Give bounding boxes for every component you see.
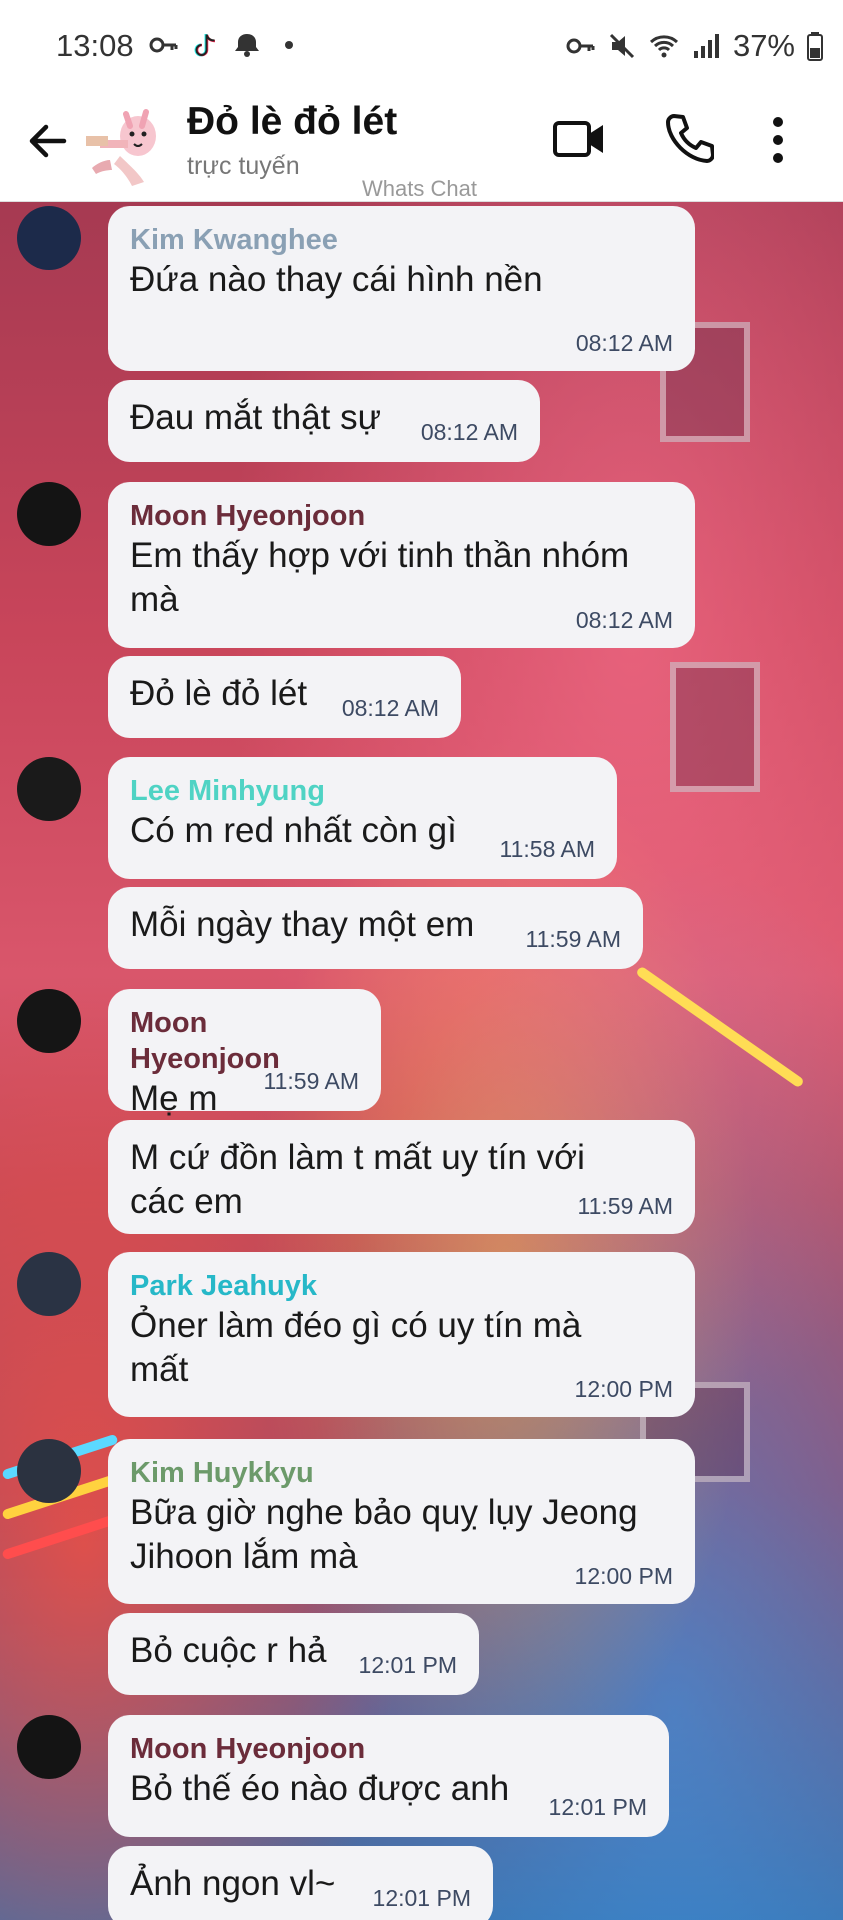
chat-area[interactable]: Kim Kwanghee Đứa nào thay cái hình nền 0… [0, 202, 843, 1920]
message-time: 11:59 AM [577, 1193, 673, 1219]
message-sender[interactable]: Moon Hyeonjoon [130, 1005, 359, 1077]
message-sender[interactable]: Kim Huykkyu [130, 1455, 673, 1491]
avatar[interactable] [17, 1715, 81, 1779]
notification-app-icon [235, 34, 259, 57]
message-time: 12:01 PM [372, 1885, 471, 1911]
chat-header: Đỏ lè đỏ lét trực tuyến Whats Chat [0, 90, 843, 202]
group-avatar[interactable] [80, 100, 168, 188]
avatar[interactable] [17, 1439, 81, 1503]
message-bubble[interactable]: Đỏ lè đỏ lét 08:12 AM [108, 656, 461, 738]
message-sender[interactable]: Park Jeahuyk [130, 1268, 673, 1304]
message-time: 08:12 AM [420, 419, 518, 445]
message-time: 12:01 PM [358, 1652, 457, 1678]
wallpaper-window [670, 662, 760, 792]
tiktok-icon [194, 34, 216, 57]
key-icon [149, 37, 178, 53]
dot-icon [285, 41, 293, 49]
message-bubble[interactable]: Park Jeahuyk Ỏner làm đéo gì có uy tín m… [108, 1252, 695, 1417]
wallpaper-neon [635, 965, 805, 1089]
message-bubble[interactable]: Moon Hyeonjoon Em thấy hợp với tinh thần… [108, 482, 695, 648]
more-vertical-icon[interactable] [765, 114, 791, 166]
phone-icon[interactable] [664, 112, 714, 164]
wallpaper-neon [1, 1513, 119, 1561]
vpn-key-icon [566, 38, 595, 54]
chat-title[interactable]: Đỏ lè đỏ lét [187, 100, 397, 144]
battery-icon [807, 32, 823, 61]
message-bubble[interactable]: Lee Minhyung Có m red nhất còn gì 11:58 … [108, 757, 617, 879]
message-bubble[interactable]: Bỏ cuộc r hả 12:01 PM [108, 1613, 479, 1695]
status-time: 13:08 [56, 28, 134, 63]
battery-percent: 37% [732, 28, 795, 63]
message-text: Em thấy hợp với tinh thần nhóm mà [130, 536, 630, 619]
status-bar: 13:08 37% [0, 0, 843, 90]
message-bubble[interactable]: Mỗi ngày thay một em 11:59 AM [108, 887, 643, 969]
message-sender[interactable]: Kim Kwanghee [130, 222, 673, 258]
message-time: 12:01 PM [548, 1794, 647, 1820]
message-time: 11:58 AM [499, 836, 595, 862]
avatar[interactable] [17, 989, 81, 1053]
message-bubble[interactable]: Moon Hyeonjoon Bỏ thế éo nào được anh 12… [108, 1715, 669, 1837]
message-bubble[interactable]: Kim Huykkyu Bữa giờ nghe bảo quỵ lụy Jeo… [108, 1439, 695, 1604]
avatar[interactable] [17, 757, 81, 821]
wifi-icon [649, 35, 678, 58]
message-time: 08:12 AM [341, 695, 439, 721]
message-bubble[interactable]: Ảnh ngon vl~ 12:01 PM [108, 1846, 493, 1920]
avatar[interactable] [17, 482, 81, 546]
message-time: 08:12 AM [575, 607, 673, 633]
message-bubble[interactable]: M cứ đồn làm t mất uy tín với các em 11:… [108, 1120, 695, 1234]
message-time: 11:59 AM [263, 1068, 359, 1094]
message-sender[interactable]: Moon Hyeonjoon [130, 498, 673, 534]
watermark: Whats Chat [362, 176, 477, 201]
message-text: Đứa nào thay cái hình nền [130, 260, 543, 299]
message-time: 12:00 PM [574, 1376, 673, 1402]
mute-icon [609, 33, 635, 59]
message-bubble[interactable]: Đau mắt thật sự 08:12 AM [108, 380, 540, 462]
message-sender[interactable]: Moon Hyeonjoon [130, 1731, 647, 1767]
message-time: 12:00 PM [574, 1563, 673, 1589]
message-bubble[interactable]: Moon Hyeonjoon Mẹ m 11:59 AM [108, 989, 381, 1118]
message-text: Ỏner làm đéo gì có uy tín mà mất [130, 1306, 582, 1389]
chat-status: trực tuyến [187, 152, 300, 180]
message-time: 11:59 AM [525, 926, 621, 952]
signal-icon [693, 34, 719, 58]
message-bubble[interactable]: Kim Kwanghee Đứa nào thay cái hình nền 0… [108, 206, 695, 371]
arrow-left-icon[interactable] [24, 118, 70, 164]
avatar[interactable] [17, 206, 81, 270]
status-right-icons: 37% [565, 28, 823, 64]
video-camera-icon[interactable] [552, 114, 606, 164]
message-text: M cứ đồn làm t mất uy tín với các em [130, 1138, 585, 1221]
message-time: 08:12 AM [575, 330, 673, 356]
avatar[interactable] [17, 1252, 81, 1316]
status-left-icons [148, 30, 304, 60]
message-sender[interactable]: Lee Minhyung [130, 773, 595, 809]
